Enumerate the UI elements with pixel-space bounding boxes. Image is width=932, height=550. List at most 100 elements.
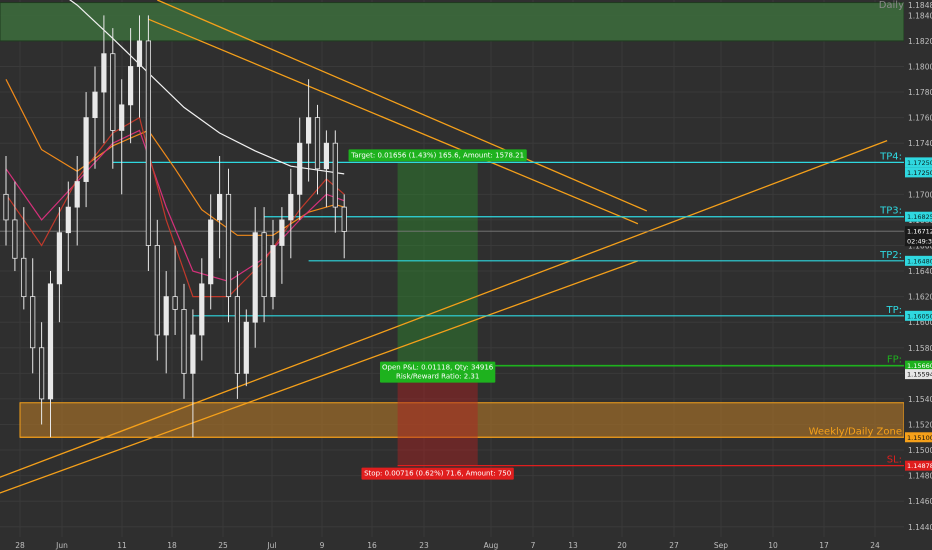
candle-body [261, 232, 267, 298]
time-tick-label: 28 [15, 541, 25, 550]
price-tick-label: 1.15000 [908, 446, 932, 455]
price-tick-label: 1.15400 [908, 395, 932, 404]
candle-body [21, 257, 27, 298]
countdown-tag: 02:49:30 [907, 238, 932, 246]
candle-body [279, 219, 285, 246]
open-pnl-label-text: Risk/Reward Ratio: 2.31 [396, 373, 479, 381]
candle-body [145, 40, 151, 246]
candle-body [199, 283, 205, 336]
time-axis-bg [0, 537, 932, 550]
candle-body [332, 142, 338, 208]
time-tick-label: Jul [266, 541, 276, 550]
time-tick-label: Aug [484, 541, 499, 550]
price-axis[interactable]: 1.184801.18400 1.18200 1.18000 1.17800 1.176… [904, 0, 932, 550]
timeframe-label: Daily [879, 0, 904, 11]
price-tag-tp3: 1.16825 [907, 213, 932, 221]
candle-body [83, 117, 89, 182]
price-tick-label: 1.14600 [908, 497, 932, 506]
price-tick-label: 1.17800 [908, 88, 932, 97]
time-tick-label: 23 [419, 541, 429, 550]
candle-body [39, 347, 45, 400]
candle-body [127, 66, 134, 106]
price-tick-label: 1.14400 [908, 523, 932, 532]
candle-body [216, 193, 223, 221]
candle-body [101, 53, 107, 93]
candle-body [92, 91, 98, 119]
time-tick-label: 11 [117, 541, 127, 550]
price-tag-1.15594: 1.15594 [907, 371, 932, 379]
weekly-zone-label: Weekly/Daily Zone [809, 426, 902, 437]
price-tick-label: 1.16400 [908, 267, 932, 276]
level-label-fp: FP: [887, 355, 902, 366]
price-tick-label: 1.18400 [908, 11, 932, 20]
candle-body [181, 309, 187, 374]
time-tick-label: 18 [167, 541, 177, 550]
price-tick-label: 1.17000 [908, 190, 932, 199]
time-tick-label: 16 [367, 541, 377, 550]
price-tick-label: 1.14800 [908, 472, 932, 481]
resistance-zone[interactable] [0, 2, 905, 42]
level-label-tp3: TP3: [879, 206, 902, 217]
candle-body [243, 321, 249, 374]
time-tick-label: 9 [320, 541, 325, 550]
trade-boxes [397, 162, 478, 466]
candle-body [56, 232, 63, 285]
price-tick-label: 1.15200 [908, 420, 932, 429]
candle-body [305, 117, 312, 144]
profit-zone[interactable] [397, 162, 478, 366]
price-chart[interactable]: Weekly/Daily Zone TP4:TP3:TP2:TP:FP:SL: … [0, 0, 932, 550]
time-tick-label: 24 [870, 541, 880, 550]
candle-body [288, 193, 294, 221]
time-tick-label: Sep [714, 541, 728, 550]
price-tag-sl: 1.14878 [907, 462, 932, 470]
time-tick-label: 17 [819, 541, 829, 550]
price-tag-tp1: 1.16050 [907, 312, 932, 320]
time-tick-label: 13 [568, 541, 578, 550]
price-tick-label: 1.18200 [908, 37, 932, 46]
candle-body [154, 245, 160, 336]
candle-body [3, 193, 9, 221]
open-pnl-label-text: Open P&L: 0.01118, Qty: 34916 [382, 364, 494, 372]
time-tick-label: 25 [218, 541, 228, 550]
price-tick-label: 1.17600 [908, 114, 932, 123]
candle-body [341, 206, 347, 232]
time-tick-label: Jun [55, 541, 68, 550]
candle-body [136, 40, 143, 67]
price-tag-1.15100: 1.15100 [907, 434, 932, 442]
stop-label-text: Stop: 0.00716 (0.62%) 71.6, Amount: 750 [364, 470, 511, 478]
time-axis[interactable]: 28 Jun 11 18 25 Jul 9 16 23 Aug 7 13 20 27 Sep 10 17 24 [0, 537, 932, 550]
price-tag-tp2: 1.16480 [907, 257, 932, 265]
candle-body [74, 181, 80, 208]
candle-body [208, 219, 214, 285]
candle-body [110, 53, 116, 131]
candle-body [190, 334, 196, 374]
level-label-tp2: TP2: [879, 250, 902, 261]
price-tag-1.17250-dup: 1.17250 [907, 169, 932, 177]
candle-body [252, 232, 258, 323]
time-tick-label: 20 [617, 541, 627, 550]
time-tick-label: 27 [669, 541, 679, 550]
price-tag-tp4: 1.17250 [907, 159, 932, 167]
price-tick-label: 1.16200 [908, 293, 932, 302]
level-label-tp1: TP: [885, 305, 902, 316]
level-label-sl: SL: [887, 455, 902, 466]
price-tick-label: 1.18000 [908, 62, 932, 71]
candle-body [47, 283, 54, 400]
target-label-text: Target: 0.01656 (1.43%) 165.6, Amount: 1… [350, 151, 524, 159]
candle-body [12, 219, 18, 259]
candle-body [323, 142, 330, 170]
candle-body [65, 206, 71, 234]
time-tick-label: 10 [768, 541, 778, 550]
candle-body [119, 104, 125, 131]
candle-body [297, 142, 303, 195]
current-price-tag: 1.16712 [907, 228, 932, 236]
candle-body [30, 296, 36, 349]
time-tick-label: 7 [531, 541, 536, 550]
price-tick-label: 1.15800 [908, 344, 932, 353]
candle-body [314, 117, 321, 170]
candle-body [163, 296, 169, 336]
candle-body [234, 296, 240, 374]
price-tick-label: 1.18480 [908, 1, 932, 10]
candle-body [225, 193, 232, 298]
candle-body [172, 296, 178, 310]
